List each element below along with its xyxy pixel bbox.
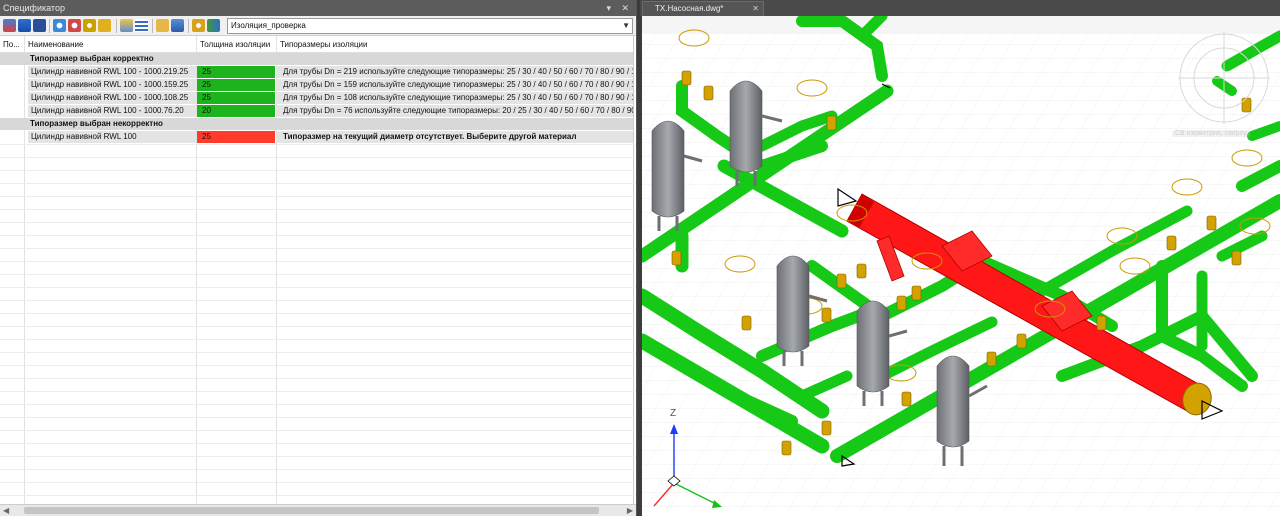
table-row[interactable]: Цилиндр навивной RWL 100 - 1000.108.25 2… bbox=[0, 92, 633, 104]
empty-row-line bbox=[0, 365, 636, 366]
options-icon[interactable] bbox=[207, 19, 220, 32]
horizontal-scrollbar[interactable]: ◀ ▶ bbox=[0, 504, 636, 516]
empty-row-line bbox=[0, 183, 636, 184]
row-thickness-ok: 20 bbox=[197, 105, 275, 117]
table-row[interactable]: Цилиндр навивной RWL 100 - 1000.219.25 2… bbox=[0, 66, 633, 78]
empty-row-line bbox=[0, 326, 636, 327]
group-header-incorrect[interactable]: Типоразмер выбран некорректно bbox=[0, 118, 633, 130]
specifier-toolbar: Изоляция_проверка ▼ bbox=[0, 16, 636, 36]
row-thickness-ok: 25 bbox=[197, 66, 275, 78]
refresh-all-icon[interactable] bbox=[68, 19, 81, 32]
axis-z-label: Z bbox=[670, 408, 677, 419]
table-icon[interactable] bbox=[135, 19, 148, 32]
column-header-name[interactable]: Наименование bbox=[25, 36, 196, 53]
row-sizes: Типоразмер на текущий диаметр отсутствуе… bbox=[277, 131, 633, 143]
empty-row-line bbox=[0, 248, 636, 249]
scrollbar-thumb[interactable] bbox=[24, 507, 599, 514]
chevron-down-icon[interactable]: ▼ bbox=[622, 19, 630, 33]
row-sizes: Для трубы Dn = 108 используйте следующие… bbox=[277, 92, 633, 104]
empty-row-line bbox=[0, 261, 636, 262]
export-icon[interactable] bbox=[120, 19, 133, 32]
close-icon[interactable]: ✕ bbox=[752, 2, 759, 16]
settings-icon[interactable] bbox=[83, 19, 96, 32]
scroll-right-icon[interactable]: ▶ bbox=[627, 505, 633, 516]
row-thickness-error: 25 bbox=[197, 131, 275, 143]
filter-value: Изоляция_проверка bbox=[231, 21, 306, 30]
row-name: Цилиндр навивной RWL 100 - 1000.219.25 bbox=[28, 66, 196, 78]
viewcube[interactable] bbox=[1180, 34, 1268, 122]
panel-controls[interactable]: ▾ ✕ bbox=[606, 0, 633, 16]
scroll-left-icon[interactable]: ◀ bbox=[3, 505, 9, 516]
empty-row-line bbox=[0, 430, 636, 431]
row-name: Цилиндр навивной RWL 100 bbox=[28, 131, 196, 143]
row-name: Цилиндр навивной RWL 100 - 1000.108.25 bbox=[28, 92, 196, 104]
filter-icon[interactable] bbox=[18, 19, 31, 32]
table-row[interactable]: Цилиндр навивной RWL 100 - 1000.159.25 2… bbox=[0, 79, 633, 91]
specifier-panel: Спецификатор ▾ ✕ Изоляция_проверка ▼ По.… bbox=[0, 0, 637, 516]
empty-row-line bbox=[0, 287, 636, 288]
find-icon[interactable] bbox=[192, 19, 205, 32]
empty-row-line bbox=[0, 391, 636, 392]
3d-viewport[interactable]: СВ изометрия, сверху Z bbox=[642, 16, 1280, 516]
empty-row-line bbox=[0, 313, 636, 314]
empty-row-line bbox=[0, 274, 636, 275]
empty-row-line bbox=[0, 235, 636, 236]
document-tab[interactable]: ТХ.Насосная.dwg* ✕ bbox=[642, 1, 764, 16]
table-row[interactable]: Цилиндр навивной RWL 100 25 Типоразмер н… bbox=[0, 131, 633, 143]
empty-row-line bbox=[0, 170, 636, 171]
specification-table: По... Наименование Толщина изоляции Типо… bbox=[0, 36, 636, 504]
empty-row-line bbox=[0, 209, 636, 210]
sort-icon[interactable] bbox=[3, 19, 16, 32]
document-tab-title: ТХ.Насосная.dwg* bbox=[655, 4, 724, 13]
specifier-titlebar: Спецификатор ▾ ✕ bbox=[0, 0, 636, 16]
empty-row-line bbox=[0, 300, 636, 301]
empty-row-line bbox=[0, 482, 636, 483]
empty-row-line bbox=[0, 196, 636, 197]
empty-row-line bbox=[0, 339, 636, 340]
row-thickness-ok: 25 bbox=[197, 92, 275, 104]
save-icon[interactable] bbox=[33, 19, 46, 32]
row-name: Цилиндр навивной RWL 100 - 1000.159.25 bbox=[28, 79, 196, 91]
specifier-title: Спецификатор bbox=[3, 3, 65, 13]
empty-row-line bbox=[0, 456, 636, 457]
group-header-correct[interactable]: Типоразмер выбран корректно bbox=[0, 53, 633, 65]
empty-row-line bbox=[0, 144, 636, 145]
row-sizes: Для трубы Dn = 76 используйте следующие … bbox=[277, 105, 633, 117]
empty-row-line bbox=[0, 417, 636, 418]
empty-row-line bbox=[0, 378, 636, 379]
empty-row-line bbox=[0, 222, 636, 223]
empty-row-line bbox=[0, 157, 636, 158]
gear-icon[interactable] bbox=[98, 19, 111, 32]
column-header-position[interactable]: По... bbox=[0, 36, 24, 53]
viewcube-label[interactable]: СВ изометрия, сверху bbox=[1172, 130, 1250, 137]
column-header-sizes[interactable]: Типоразмеры изоляции bbox=[277, 36, 633, 53]
table-row[interactable]: Цилиндр навивной RWL 100 - 1000.76.20 20… bbox=[0, 105, 633, 117]
empty-row-line bbox=[0, 404, 636, 405]
row-thickness-ok: 25 bbox=[197, 79, 275, 91]
row-sizes: Для трубы Dn = 219 используйте следующие… bbox=[277, 66, 633, 78]
row-sizes: Для трубы Dn = 159 используйте следующие… bbox=[277, 79, 633, 91]
empty-row-line bbox=[0, 443, 636, 444]
filter-combobox[interactable]: Изоляция_проверка ▼ bbox=[227, 18, 633, 34]
empty-row-line bbox=[0, 352, 636, 353]
refresh-icon[interactable] bbox=[53, 19, 66, 32]
database-icon[interactable] bbox=[171, 19, 184, 32]
folder-icon[interactable] bbox=[156, 19, 169, 32]
empty-row-line bbox=[0, 469, 636, 470]
document-tabbar: ТХ.Насосная.dwg* ✕ bbox=[640, 0, 1280, 16]
column-header-thickness[interactable]: Толщина изоляции bbox=[197, 36, 276, 53]
drawing-viewer: ТХ.Насосная.dwg* ✕ СВ изометрия, сверху … bbox=[640, 0, 1280, 516]
empty-row-line bbox=[0, 495, 636, 496]
row-name: Цилиндр навивной RWL 100 - 1000.76.20 bbox=[28, 105, 196, 117]
